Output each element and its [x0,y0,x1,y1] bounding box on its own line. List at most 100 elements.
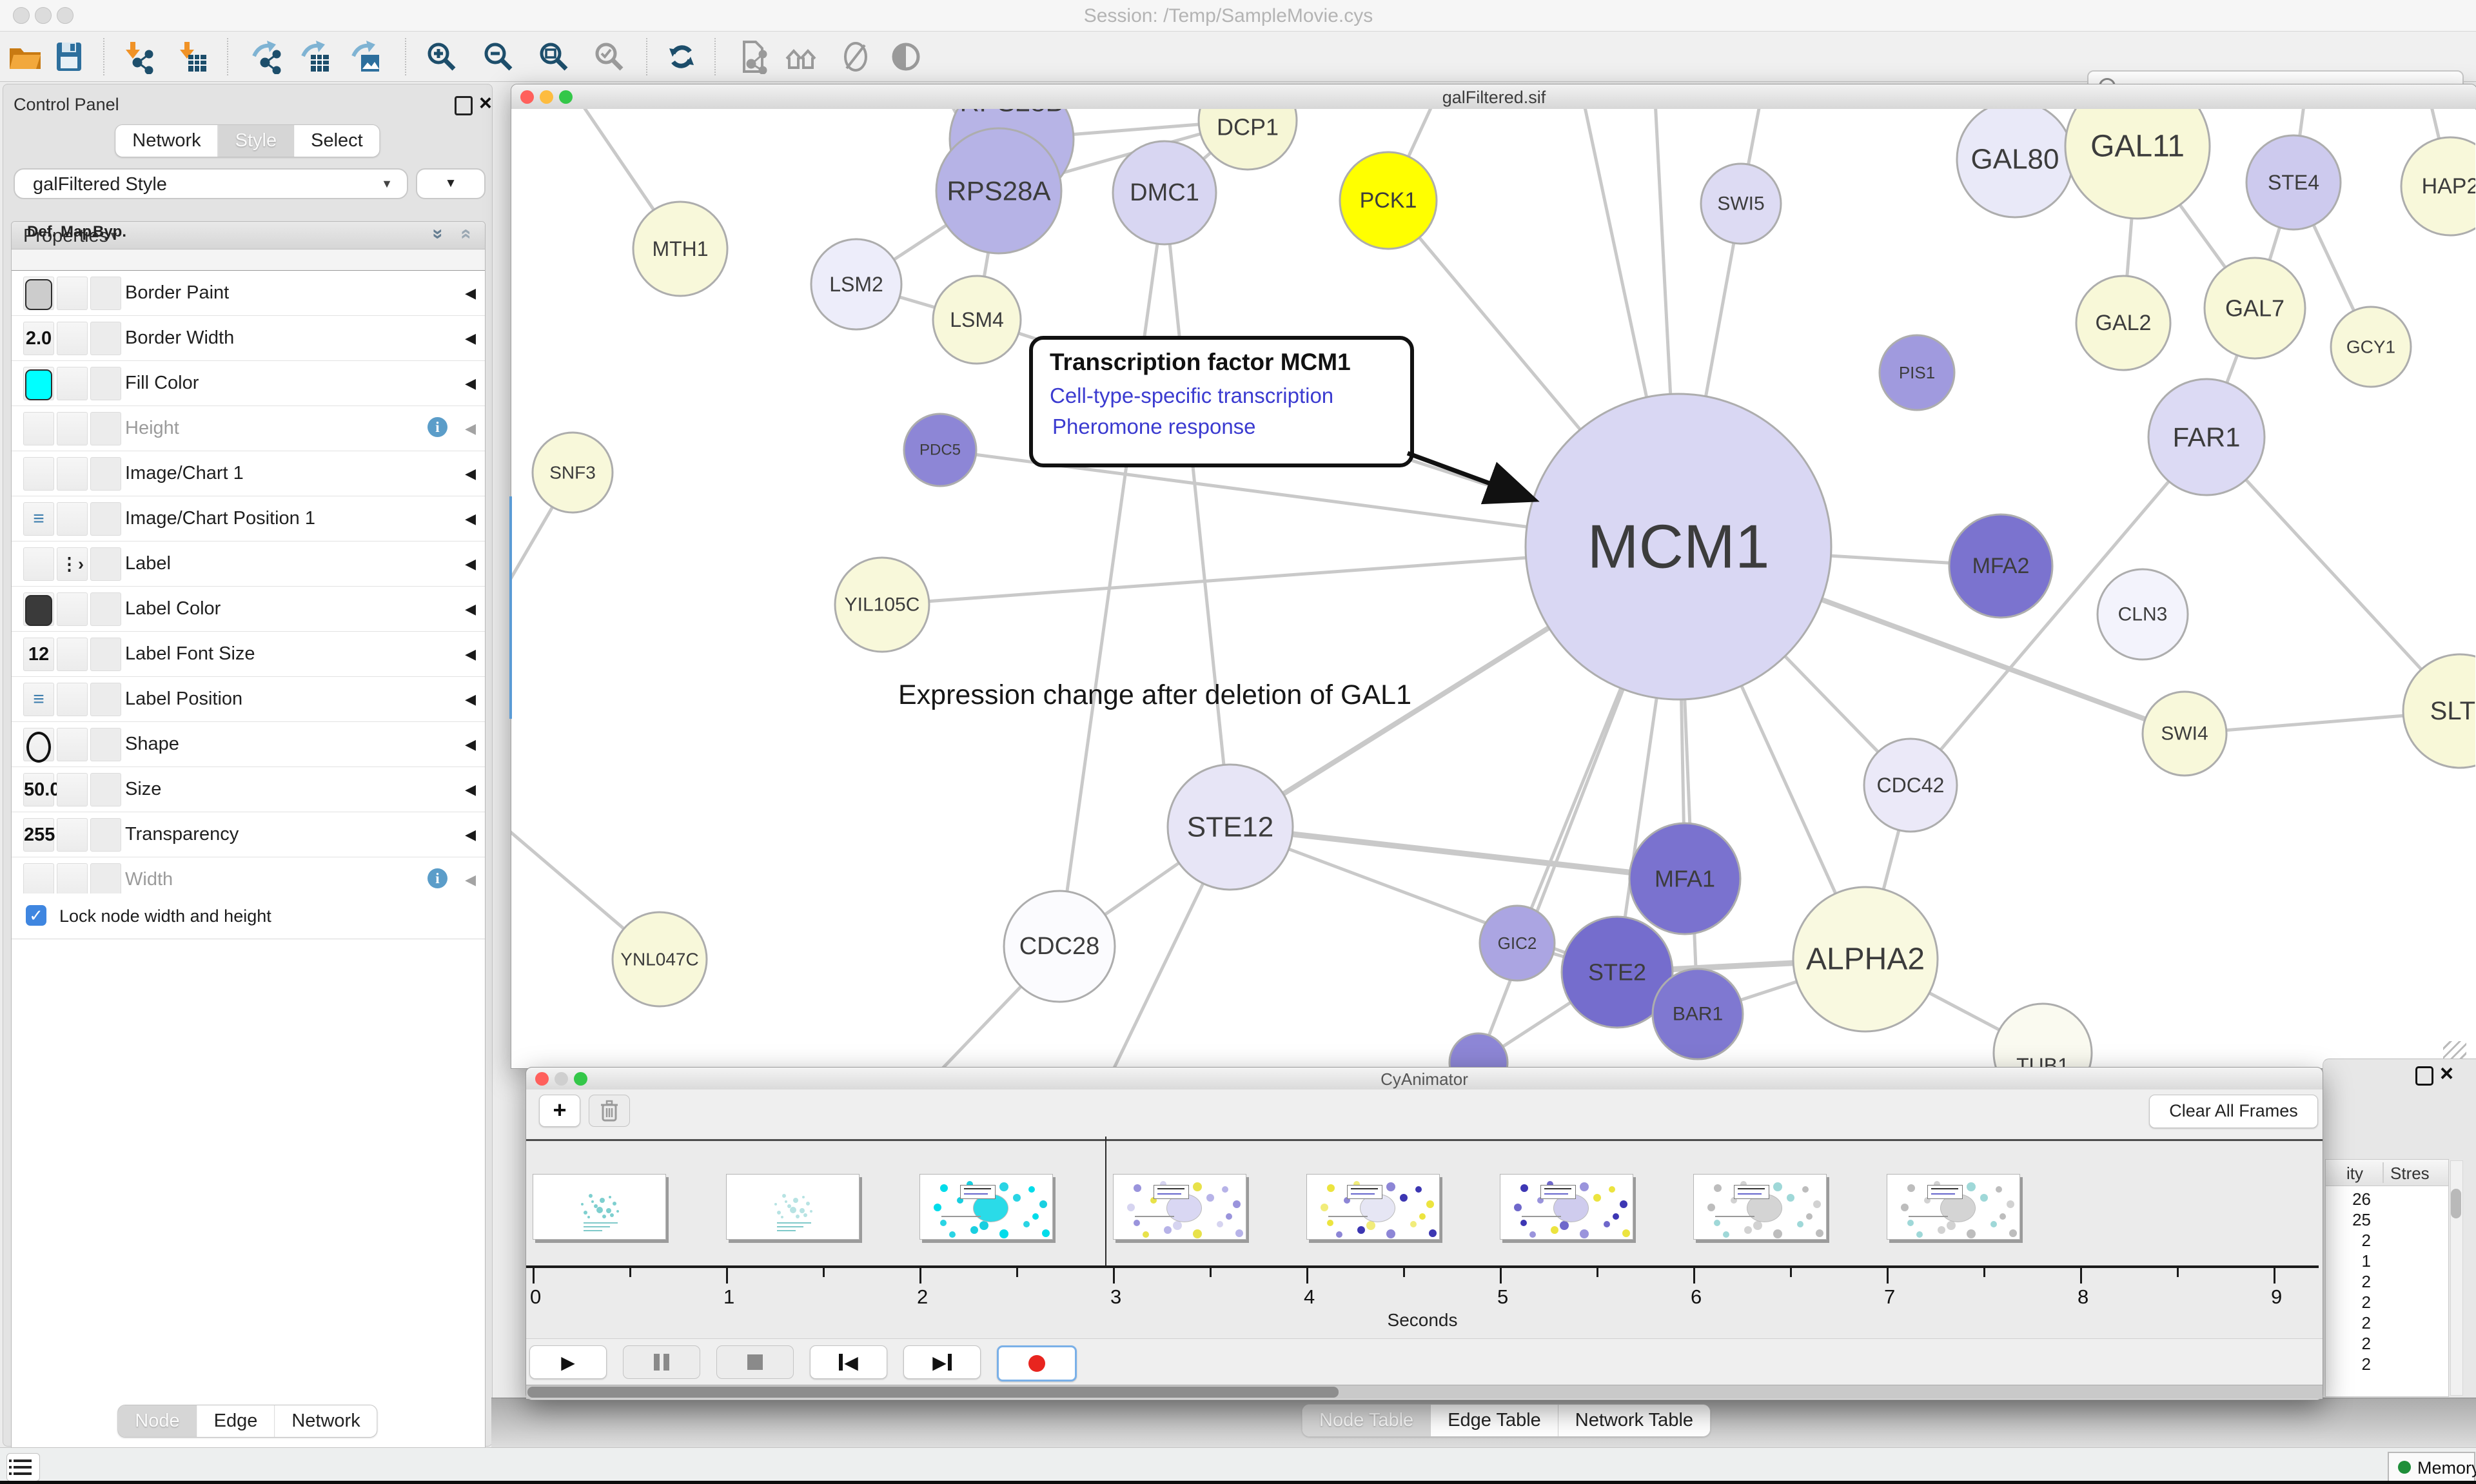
mapping-cell[interactable] [57,367,88,400]
default-value-cell[interactable] [23,863,54,897]
bypass-cell[interactable] [90,367,121,400]
mapping-cell[interactable] [57,863,88,897]
zoom-out-icon[interactable] [481,39,516,74]
annotation-link[interactable]: Pheromone response [1052,415,1256,439]
expand-row-icon[interactable]: ◀ [465,646,476,663]
skip-end-button[interactable]: ▶ [903,1345,981,1379]
expand-row-icon[interactable]: ◀ [465,601,476,618]
hide-icon[interactable] [838,39,873,74]
network-node-far1[interactable]: FAR1 [2148,379,2265,495]
network-node-swi4[interactable]: SWI4 [2143,692,2226,776]
network-node-cln3[interactable]: CLN3 [2098,569,2188,659]
panel-divider[interactable] [509,496,512,719]
style-selector[interactable]: galFiltered Style ▼ [14,168,408,199]
network-node-rps28a[interactable]: RPS28A [936,128,1061,253]
expand-row-icon[interactable]: ◀ [465,691,476,708]
app-zoom-icon[interactable] [57,7,74,24]
zoom-in-icon[interactable] [424,39,459,74]
tab-network-table[interactable]: Network Table [1558,1405,1710,1436]
task-history-button[interactable] [6,1453,40,1481]
bypass-cell[interactable] [90,592,121,626]
property-row-shape[interactable]: Shape◀ [12,722,485,767]
network-node-gic2[interactable]: GIC2 [1480,906,1555,981]
expand-row-icon[interactable]: ◀ [465,465,476,482]
mapping-cell[interactable] [57,502,88,536]
network-node-lsm4[interactable]: LSM4 [933,276,1021,364]
import-table-icon[interactable] [175,39,210,74]
default-value-cell[interactable]: 12 [23,638,54,671]
network-node-ynl047c[interactable]: YNL047C [613,912,707,1006]
stop-button[interactable] [716,1345,794,1379]
network-node-ste12[interactable]: STE12 [1168,765,1293,890]
mapping-cell[interactable] [57,277,88,310]
property-row-height[interactable]: Heighti◀ [12,406,485,451]
tab-select[interactable]: Select [294,125,380,157]
network-node-mfa2[interactable]: MFA2 [1949,514,2052,618]
network-node-mth1[interactable]: MTH1 [633,202,727,296]
default-value-cell[interactable] [23,547,54,581]
frame-thumbnail-1[interactable] [726,1174,860,1240]
expand-row-icon[interactable]: ◀ [465,736,476,753]
default-value-cell[interactable] [23,457,54,491]
close-icon[interactable]: × [479,91,492,116]
network-node-slt2[interactable]: SLT2 [2403,654,2475,768]
bypass-cell[interactable] [90,547,121,581]
network-node-gal2[interactable]: GAL2 [2076,276,2170,370]
style-options-button[interactable]: ▼ [416,168,486,199]
lock-size-checkbox[interactable]: ✓ [26,905,46,926]
timeline-scrollbar-thumb[interactable] [527,1387,1339,1398]
expand-row-icon[interactable]: ◀ [465,285,476,302]
annotation-box[interactable]: Transcription factor MCM1 Cell-type-spec… [1029,336,1414,467]
expand-row-icon[interactable]: ◀ [465,556,476,572]
table-scrollbar-thumb[interactable] [2451,1189,2461,1218]
network-node-dcp1[interactable]: DCP1 [1199,109,1297,170]
table-column-header[interactable]: Stres [2390,1164,2430,1184]
network-node-dmc1[interactable]: DMC1 [1113,141,1216,244]
save-session-icon[interactable] [52,39,86,74]
expand-row-icon[interactable]: ◀ [465,872,476,888]
app-close-icon[interactable] [13,7,30,24]
play-button[interactable]: ▶ [529,1345,607,1379]
tab-node[interactable]: Node [118,1405,197,1437]
mapping-cell[interactable] [57,683,88,716]
tab-edge-table[interactable]: Edge Table [1431,1405,1558,1436]
expand-row-icon[interactable]: ◀ [465,375,476,392]
pause-button[interactable] [623,1345,700,1379]
import-network-icon[interactable] [121,39,156,74]
property-row-label-position[interactable]: ≡Label Position◀ [12,677,485,722]
column-divider[interactable] [2383,1162,2384,1183]
bypass-cell[interactable] [90,277,121,310]
frame-thumbnail-6[interactable] [1693,1174,1827,1240]
default-value-cell[interactable] [23,367,54,400]
float-window-icon[interactable] [2415,1066,2433,1086]
default-value-cell[interactable]: ≡ [23,683,54,716]
mapping-cell[interactable] [57,638,88,671]
network-node-lsm2[interactable]: LSM2 [811,239,901,329]
collapse-all-icon[interactable]: « [456,229,478,240]
clone-network-icon[interactable] [735,39,770,74]
property-row-fill-color[interactable]: Fill Color◀ [12,361,485,406]
bypass-cell[interactable] [90,322,121,355]
expand-row-icon[interactable]: ◀ [465,826,476,843]
network-node-gal11[interactable]: GAL11 [2065,109,2210,219]
frame-thumbnail-7[interactable] [1887,1174,2020,1240]
info-icon[interactable]: i [427,868,447,888]
bypass-cell[interactable] [90,638,121,671]
network-node-cdc42[interactable]: CDC42 [1864,739,1957,832]
default-value-cell[interactable]: 2.0 [23,322,54,355]
tab-style[interactable]: Style [219,125,294,157]
property-row-label-color[interactable]: Label Color◀ [12,587,485,632]
default-value-cell[interactable]: 50.0 [23,773,54,806]
memory-button[interactable]: Memory [2388,1452,2475,1484]
cyanimator-titlebar[interactable]: CyAnimator [526,1068,2323,1090]
export-image-icon[interactable] [348,39,383,74]
info-icon[interactable]: i [427,417,447,437]
network-window-titlebar[interactable]: galFiltered.sif [511,84,2476,110]
mapping-cell[interactable] [57,773,88,806]
frame-thumbnail-3[interactable] [1113,1174,1246,1240]
expand-row-icon[interactable]: ◀ [465,330,476,347]
bypass-cell[interactable] [90,502,121,536]
clear-all-frames-button[interactable]: Clear All Frames [2149,1095,2318,1128]
frame-thumbnail-0[interactable] [533,1174,666,1240]
property-row-label[interactable]: ⋮›Label◀ [12,542,485,587]
